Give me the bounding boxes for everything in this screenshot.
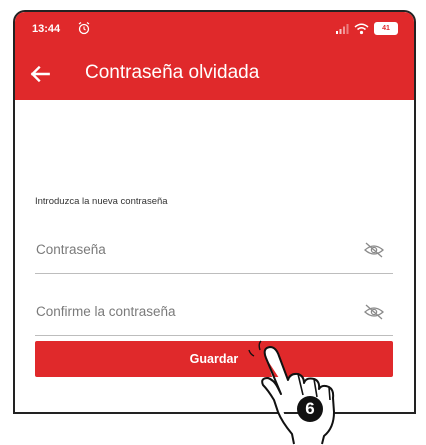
battery-level: 41: [382, 25, 390, 32]
eye-off-icon[interactable]: [363, 304, 385, 320]
status-icons: 41: [335, 22, 398, 35]
app-bar: Contraseña olvidada: [15, 48, 414, 100]
signal-icon: [336, 23, 349, 34]
confirm-password-placeholder: Confirme la contraseña: [36, 304, 176, 319]
wifi-icon: [354, 23, 369, 34]
password-placeholder: Contraseña: [36, 242, 106, 257]
step-badge: 6: [297, 396, 323, 422]
password-field[interactable]: Contraseña: [35, 228, 393, 274]
arrow-left-icon[interactable]: [27, 61, 53, 87]
status-bar: 13:44 41: [15, 12, 414, 48]
alarm-icon: [78, 22, 90, 35]
page-title: Contraseña olvidada: [85, 62, 260, 83]
pointing-hand-icon: [248, 340, 335, 445]
eye-off-icon[interactable]: [363, 242, 385, 258]
form-label: Introduzca la nueva contraseña: [35, 196, 168, 207]
status-time: 13:44: [32, 23, 61, 35]
battery-icon: 41: [374, 22, 398, 35]
save-button-label: Guardar: [189, 352, 239, 366]
confirm-password-field[interactable]: Confirme la contraseña: [35, 290, 393, 336]
